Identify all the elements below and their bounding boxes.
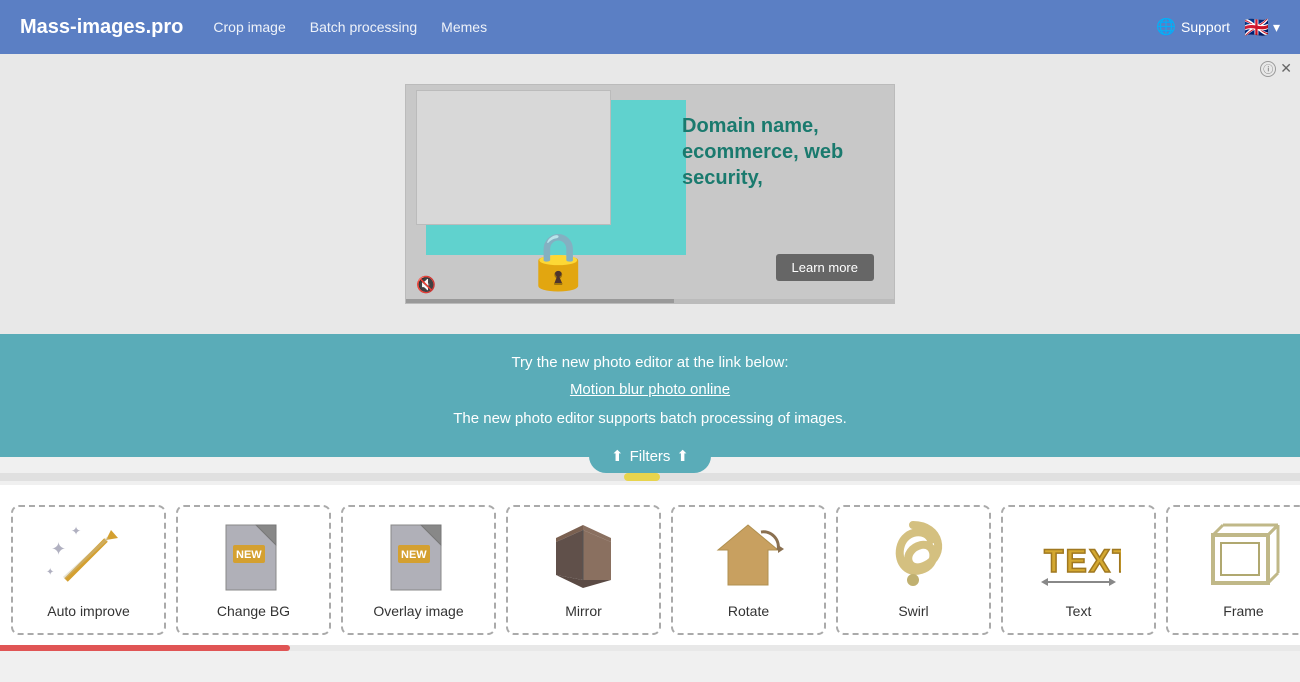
overlay-image-label: Overlay image	[373, 603, 463, 619]
filters-arrow-left: ⬆	[611, 447, 624, 465]
bottom-scroll-fill	[0, 645, 290, 651]
bottom-scrollbar[interactable]	[0, 645, 1300, 651]
swirl-label: Swirl	[898, 603, 928, 619]
flag-icon: 🇬🇧	[1244, 15, 1269, 40]
change-bg-icon: NEW	[209, 517, 299, 597]
frame-icon	[1199, 517, 1289, 597]
ad-learn-more-button[interactable]: Learn more	[776, 254, 874, 281]
mirror-label: Mirror	[565, 603, 602, 619]
svg-text:NEW: NEW	[236, 549, 262, 561]
frame-label: Frame	[1223, 603, 1263, 619]
ad-mute-icon: 🔇	[416, 275, 436, 295]
support-button[interactable]: 🌐 Support	[1156, 17, 1230, 37]
navbar-right: 🌐 Support 🇬🇧 ▾	[1156, 15, 1280, 40]
tool-swirl[interactable]: Swirl	[836, 505, 991, 635]
tool-overlay-image[interactable]: NEW Overlay image	[341, 505, 496, 635]
globe-icon: 🌐	[1156, 17, 1176, 37]
rotate-icon	[704, 517, 794, 597]
mirror-icon	[539, 517, 629, 597]
auto-improve-icon: ✦ ✦ ✦	[44, 517, 134, 597]
auto-improve-label: Auto improve	[47, 603, 129, 619]
svg-text:TEXT: TEXT	[1044, 543, 1121, 579]
filters-row: ⬆ Filters ⬆	[0, 439, 1300, 473]
text-icon: TEXT	[1034, 517, 1124, 597]
ad-area: ⓘ ✕ 🔒 Domain name, ecommerce, web securi…	[0, 54, 1300, 334]
ad-lock-icon: 🔒	[524, 234, 592, 289]
tool-auto-improve[interactable]: ✦ ✦ ✦ Auto improve	[11, 505, 166, 635]
change-bg-label: Change BG	[217, 603, 290, 619]
ad-progress-bar	[406, 299, 894, 303]
svg-text:✦: ✦	[51, 539, 66, 559]
tools-section: ✦ ✦ ✦ Auto improve NEW Chang	[0, 485, 1300, 645]
promo-line1: Try the new photo editor at the link bel…	[20, 354, 1280, 371]
scroll-thumb[interactable]	[624, 473, 660, 481]
promo-line2: The new photo editor supports batch proc…	[20, 410, 1280, 427]
tool-frame[interactable]: Frame	[1166, 505, 1300, 635]
ad-text: Domain name, ecommerce, web security,	[682, 113, 882, 191]
ad-inner: 🔒 Domain name, ecommerce, web security, …	[406, 85, 894, 303]
filters-label: Filters	[630, 448, 671, 465]
filters-button[interactable]: ⬆ Filters ⬆	[589, 439, 711, 473]
nav-links: Crop image Batch processing Memes	[213, 19, 1156, 35]
ad-progress-fill	[406, 299, 674, 303]
tool-text[interactable]: TEXT Text	[1001, 505, 1156, 635]
ad-banner: 🔒 Domain name, ecommerce, web security, …	[405, 84, 895, 304]
ad-close-icon[interactable]: ✕	[1280, 60, 1292, 77]
tools-grid: ✦ ✦ ✦ Auto improve NEW Chang	[0, 495, 1300, 645]
svg-text:✦: ✦	[46, 567, 54, 578]
svg-text:✦: ✦	[71, 524, 81, 538]
nav-crop[interactable]: Crop image	[213, 19, 285, 35]
ad-info-icon[interactable]: ⓘ	[1260, 61, 1276, 77]
ad-info: ⓘ ✕	[1260, 60, 1292, 77]
tool-mirror[interactable]: Mirror	[506, 505, 661, 635]
tool-change-bg[interactable]: NEW Change BG	[176, 505, 331, 635]
filters-arrow-right: ⬆	[676, 447, 689, 465]
tool-rotate[interactable]: Rotate	[671, 505, 826, 635]
language-selector[interactable]: 🇬🇧 ▾	[1244, 15, 1280, 40]
nav-batch[interactable]: Batch processing	[310, 19, 417, 35]
swirl-icon	[869, 517, 959, 597]
overlay-image-icon: NEW	[374, 517, 464, 597]
nav-memes[interactable]: Memes	[441, 19, 487, 35]
ad-headline: Domain name, ecommerce, web security,	[682, 113, 882, 191]
rotate-label: Rotate	[728, 603, 769, 619]
ad-card	[416, 90, 611, 225]
chevron-icon: ▾	[1273, 19, 1280, 36]
text-label: Text	[1066, 603, 1092, 619]
svg-text:NEW: NEW	[401, 549, 427, 561]
promo-link[interactable]: Motion blur photo online	[20, 381, 1280, 398]
brand-logo[interactable]: Mass-images.pro	[20, 16, 183, 39]
support-label: Support	[1181, 19, 1230, 35]
navbar: Mass-images.pro Crop image Batch process…	[0, 0, 1300, 54]
horizontal-scrollbar[interactable]	[0, 473, 1300, 481]
